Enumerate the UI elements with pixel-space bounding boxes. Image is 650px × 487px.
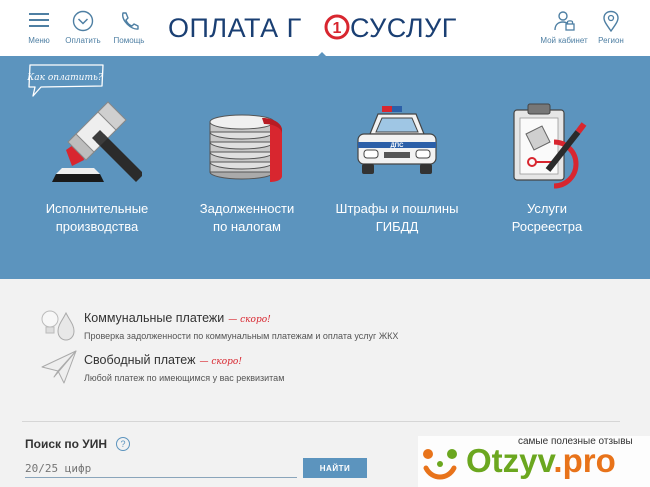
otzyv-logo-icon (423, 449, 457, 480)
phone-icon (122, 12, 139, 30)
logo[interactable]: ОПЛАТА Г 1 СУСЛУГ (168, 10, 478, 44)
region-label: Регион (598, 36, 624, 45)
car-label: ДПС (391, 143, 405, 149)
logo-text-right: СУСЛУГ (350, 13, 457, 43)
chevron-circle-icon (72, 10, 94, 32)
logo-digit: 1 (333, 20, 342, 37)
menu-label: Меню (28, 36, 50, 45)
gavel-icon (52, 101, 142, 182)
header-pointer (313, 52, 331, 61)
tile-enforcement-label: Исполнительные производства (45, 201, 149, 234)
cabinet-label: Мой кабинет (540, 36, 588, 45)
user-lock-icon (554, 11, 575, 31)
service-utilities-title: Коммунальные платежи — скоро! (84, 311, 271, 325)
region-button[interactable]: Регион (586, 10, 636, 50)
service-free-payment-desc: Любой платеж по имеющимся у вас реквизит… (84, 373, 285, 383)
tile-rosreestr-label: Услуги Росреестра (511, 201, 583, 234)
paper-plane-icon (41, 350, 77, 384)
soon-badge: — скоро! (199, 357, 242, 367)
logo-text-left: ОПЛАТА Г (168, 13, 302, 43)
header: Меню Оплатить Помощь ОПЛАТА Г 1 СУСЛУГ М… (0, 0, 650, 56)
how-to-pay-bubble[interactable]: Как оплатить? (27, 63, 105, 97)
clipboard-icon (513, 103, 587, 189)
uin-input[interactable] (25, 459, 297, 478)
how-to-pay-text: Как оплатить? (27, 73, 103, 83)
tile-taxes-label: Задолженности по налогам (199, 201, 295, 234)
service-utilities-desc: Проверка задолженности по коммунальным п… (84, 331, 399, 341)
service-free-payment-title: Свободный платеж — скоро! (84, 353, 242, 367)
tile-taxes[interactable]: Задолженности по налогам (172, 100, 322, 250)
pay-label: Оплатить (65, 36, 101, 45)
help-icon[interactable]: ? (116, 437, 130, 451)
bulb-drop-icon (41, 310, 75, 341)
cabinet-button[interactable]: Мой кабинет (536, 10, 592, 50)
tile-rosreestr[interactable]: Услуги Росреестра (472, 100, 622, 250)
watermark-name: Otzyv.pro (466, 442, 616, 479)
menu-button[interactable]: Меню (14, 10, 64, 50)
coins-icon (209, 114, 282, 182)
tile-traffic-fines-label: Штрафы и пошлины ГИБДД (335, 201, 459, 234)
help-label: Помощь (113, 36, 145, 45)
tile-traffic-fines[interactable]: ДПС Штрафы и пошлины ГИБДД (322, 100, 472, 250)
hamburger-icon (29, 13, 49, 27)
location-pin-icon (603, 10, 619, 32)
uin-title: Поиск по УИН (25, 437, 108, 451)
police-car-icon: ДПС (357, 106, 437, 174)
pay-button[interactable]: Оплатить (58, 10, 108, 50)
help-button[interactable]: Помощь (104, 10, 154, 50)
tile-enforcement[interactable]: Исполнительные производства (22, 100, 172, 250)
watermark: самые полезные отзывы Otzyv.pro (418, 436, 650, 487)
soon-badge: — скоро! (228, 315, 271, 325)
divider (22, 421, 620, 422)
find-button[interactable]: НАЙТИ (303, 458, 367, 478)
